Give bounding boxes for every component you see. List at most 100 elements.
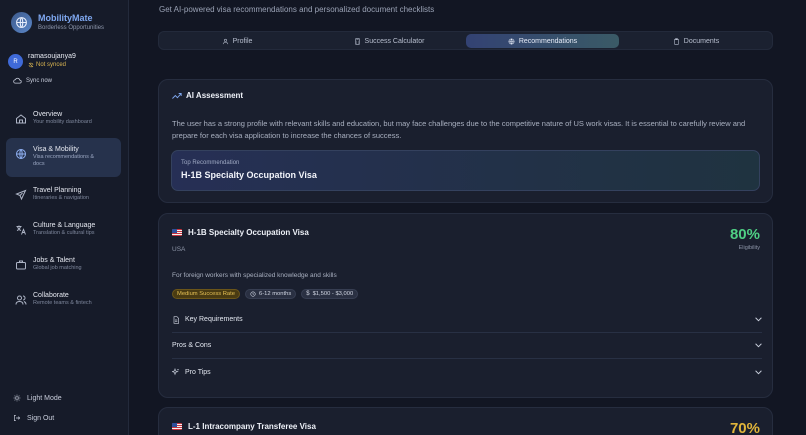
accordion-label: Pro Tips [185, 368, 211, 376]
top-recommendation: Top Recommendation H-1B Specialty Occupa… [171, 150, 760, 191]
visa-card-h1b: H-1B Specialty Occupation Visa USA 80% E… [158, 213, 773, 398]
cost-badge: $ $1,500 - $3,000 [301, 289, 359, 299]
plane-icon [15, 189, 27, 201]
success-rate-text: Medium Success Rate [177, 291, 235, 297]
sync-status-text: Not synced [36, 62, 67, 68]
accordion-pros-cons[interactable]: Pros & Cons [172, 333, 762, 359]
accordion-label: Key Requirements [185, 316, 243, 323]
globe-icon [508, 38, 515, 44]
sidebar-item-culture-language[interactable]: Culture & Language Translation & cultura… [6, 214, 121, 253]
user-icon [222, 38, 228, 44]
tab-recommendations[interactable]: Recommendations [466, 34, 619, 48]
sidebar-item-collaborate[interactable]: Collaborate Remote teams & fintech [6, 284, 121, 323]
page-subtitle: Get AI-powered visa recommendations and … [159, 5, 435, 14]
cloud-icon [13, 77, 22, 84]
sidebar-item-label: Jobs & Talent [33, 257, 75, 264]
main-content: Get AI-powered visa recommendations and … [130, 0, 806, 435]
visa-title: H-1B Specialty Occupation Visa [172, 228, 309, 237]
visa-name: L-1 Intracompany Transferee Visa [188, 422, 316, 431]
eligibility-percent: 80% [729, 226, 760, 243]
light-mode-label: Light Mode [27, 394, 62, 402]
sidebar-nav: Overview Your mobility dashboard Visa & … [6, 103, 121, 319]
translate-icon [16, 225, 26, 235]
processing-time-text: 6-12 months [259, 291, 292, 297]
cost-text: $1,500 - $3,000 [312, 291, 354, 297]
us-flag-icon [172, 229, 182, 236]
ai-assessment-text: The user has a strong profile with relev… [172, 119, 746, 140]
tab-label: Recommendations [518, 37, 578, 45]
sidebar-item-label: Collaborate [33, 292, 69, 299]
chevron-down-icon [755, 369, 762, 374]
calculator-icon [354, 37, 360, 45]
sidebar-item-label: Culture & Language [33, 222, 96, 229]
sidebar-item-desc: Your mobility dashboard [33, 119, 92, 125]
document-icon [173, 315, 179, 324]
tab-success-calculator[interactable]: Success Calculator [314, 34, 464, 48]
visa-description: For foreign workers with specialized kno… [172, 272, 337, 279]
brand-tagline: Borderless Opportunities [38, 25, 105, 31]
sign-out-label: Sign Out [27, 414, 55, 422]
trending-up-icon [172, 92, 182, 99]
sidebar-item-desc: Itineraries & navigation [33, 195, 89, 201]
top-recommendation-label: Top Recommendation [181, 160, 240, 166]
brand-name: MobilityMate [38, 13, 93, 23]
brand[interactable]: MobilityMate Borderless Opportunities [11, 12, 104, 33]
accordion-label: Pros & Cons [172, 342, 212, 349]
sparkles-icon [172, 368, 179, 376]
tab-label: Profile [232, 37, 253, 45]
home-icon [16, 114, 26, 124]
sidebar-item-overview[interactable]: Overview Your mobility dashboard [6, 103, 121, 142]
tab-label: Success Calculator [364, 37, 425, 45]
tab-bar: Profile Success Calculator Recommendatio… [158, 31, 773, 50]
sidebar-item-travel-planning[interactable]: Travel Planning Itineraries & navigation [6, 179, 121, 218]
ai-assessment-card: AI Assessment The user has a strong prof… [158, 79, 773, 203]
top-recommendation-value: H-1B Specialty Occupation Visa [181, 170, 317, 180]
globe-logo-icon [11, 12, 32, 33]
sidebar-item-label: Overview [33, 111, 63, 118]
tab-label: Documents [683, 37, 720, 45]
sidebar-item-desc: Remote teams & fintech [33, 300, 92, 306]
accordion-pro-tips[interactable]: Pro Tips [172, 359, 762, 385]
visa-title: L-1 Intracompany Transferee Visa [172, 422, 316, 431]
processing-time-badge: 6-12 months [245, 289, 297, 299]
ai-assessment-title: AI Assessment [172, 91, 243, 100]
visa-card-l1: L-1 Intracompany Transferee Visa 70% [158, 407, 773, 435]
us-flag-icon [172, 423, 182, 430]
users-icon [15, 295, 27, 305]
ai-assessment-heading: AI Assessment [186, 91, 244, 100]
sidebar-item-visa-mobility[interactable]: Visa & Mobility Visa recommendations & d… [6, 138, 121, 177]
sidebar-item-desc: Global job matching [33, 265, 82, 271]
clock-icon [250, 291, 256, 297]
accordion-key-requirements[interactable]: Key Requirements [172, 307, 762, 333]
sidebar-item-label: Visa & Mobility [33, 146, 79, 153]
globe-icon [16, 149, 26, 159]
clipboard-icon [673, 37, 679, 45]
sync-status: Not synced [28, 61, 76, 69]
sidebar-item-label: Travel Planning [33, 187, 82, 194]
chevron-down-icon [755, 343, 762, 348]
sidebar: MobilityMate Borderless Opportunities R … [0, 0, 129, 435]
visa-country: USA [172, 246, 186, 253]
eligibility-percent: 70% [729, 420, 760, 435]
eligibility-label: Eligibility [738, 245, 760, 251]
user-name: ramasoujanya9 [28, 53, 76, 60]
sync-now-label: Sync now [26, 77, 53, 84]
light-mode-toggle[interactable]: Light Mode [13, 394, 62, 402]
success-rate-badge: Medium Success Rate [172, 289, 240, 299]
sync-now-button[interactable]: Sync now [13, 77, 52, 84]
dollar-icon: $ [306, 291, 310, 297]
sign-out-button[interactable]: Sign Out [13, 414, 54, 422]
sign-out-icon [14, 415, 21, 421]
visa-badges: Medium Success Rate 6-12 months $ $1,500… [172, 289, 359, 299]
unsynced-icon [28, 62, 34, 68]
tab-profile[interactable]: Profile [162, 34, 312, 48]
chevron-down-icon [755, 317, 762, 322]
user-profile: R ramasoujanya9 Not synced [8, 52, 76, 69]
tab-documents[interactable]: Documents [621, 34, 771, 48]
sidebar-item-jobs-talent[interactable]: Jobs & Talent Global job matching [6, 249, 121, 288]
sidebar-item-desc: Translation & cultural tips [33, 230, 95, 236]
avatar: R [8, 54, 23, 69]
sun-icon [13, 394, 21, 402]
briefcase-icon [16, 260, 26, 270]
sidebar-item-desc: Visa recommendations & docs [33, 154, 95, 167]
